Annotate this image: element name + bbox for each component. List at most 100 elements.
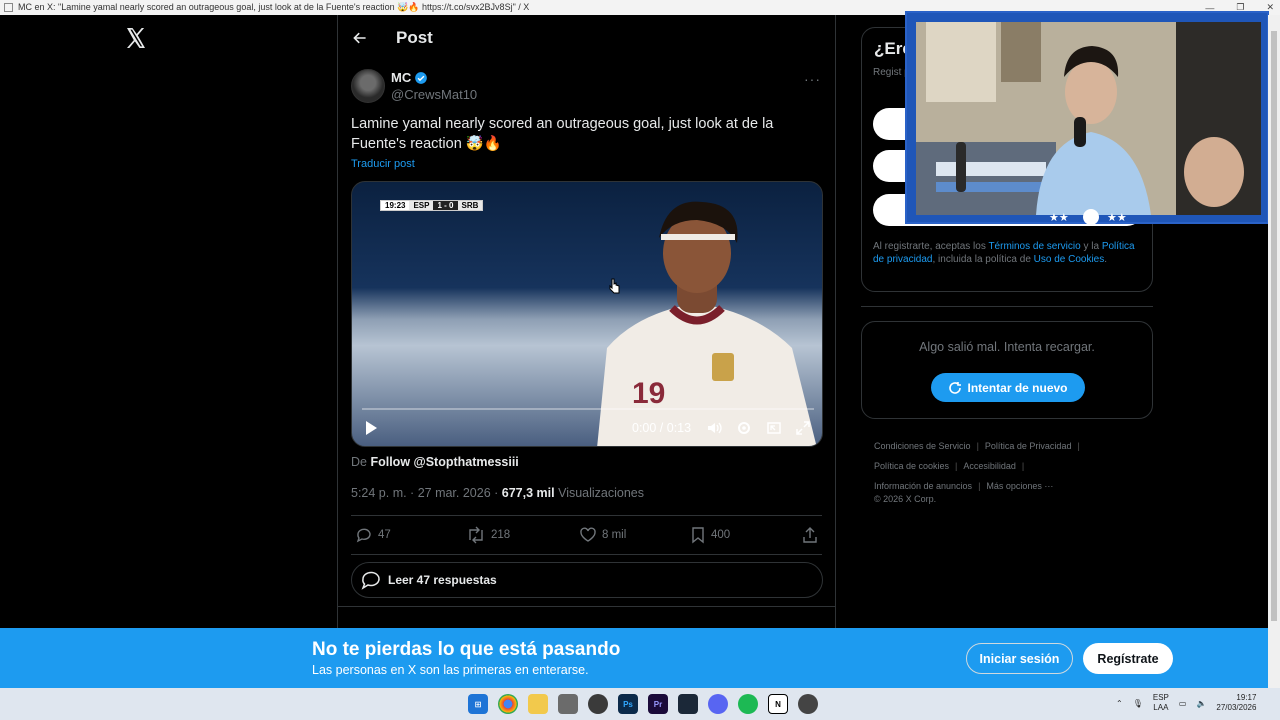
retry-button[interactable]: Intentar de nuevo — [931, 373, 1085, 402]
page-scrollbar[interactable] — [1268, 15, 1280, 688]
divider — [351, 554, 822, 555]
lang-top: ESP — [1152, 693, 1169, 702]
post-timestamp[interactable]: 5:24 p. m. · 27 mar. 2026 · — [351, 486, 502, 500]
network-icon[interactable]: ▭ — [1179, 699, 1187, 708]
svg-text:★★: ★★ — [1049, 211, 1069, 224]
start-menu-icon[interactable]: ⊞ — [468, 694, 488, 714]
match-time: 19:23 — [381, 201, 410, 210]
footer-link[interactable]: Política de cookies — [874, 461, 949, 471]
reply-button[interactable]: 47 — [355, 526, 391, 544]
window-title: MC en X: "Lamine yamal nearly scored an … — [18, 2, 530, 12]
post-meta: 5:24 p. m. · 27 mar. 2026 · 677,3 mil Vi… — [351, 486, 644, 500]
more-options-icon[interactable]: ··· — [804, 71, 821, 87]
snipping-tool-icon[interactable] — [558, 694, 578, 714]
video-player[interactable]: 19:23 ESP 1 - 0 SRB 19 0:00 / 0:13 — [351, 181, 823, 447]
footer-link[interactable]: Información de anuncios — [874, 481, 972, 491]
register-button[interactable]: Regístrate — [1083, 643, 1173, 674]
x-logo-icon[interactable] — [124, 26, 148, 50]
media-source: De Follow @Stopthatmessiii — [351, 455, 519, 469]
views-count: 677,3 mil — [501, 486, 555, 500]
share-button[interactable] — [802, 526, 818, 544]
webcam-scene — [916, 22, 1261, 215]
refresh-icon — [949, 381, 962, 394]
settings-gear-icon[interactable] — [736, 420, 752, 436]
clock-date: 27/03/2026 — [1216, 703, 1257, 712]
like-count: 8 mil — [602, 529, 627, 541]
signup-terms: Al registrarte, aceptas los Términos de … — [873, 240, 1145, 266]
author-name[interactable]: MC — [391, 70, 411, 85]
divider — [351, 515, 822, 516]
post-actions: 47 218 8 mil 400 — [351, 526, 823, 550]
spotify-icon[interactable] — [738, 694, 758, 714]
footer-links: Condiciones de Servicio | Política de Priv… — [874, 441, 1080, 491]
repost-button[interactable]: 218 — [466, 526, 510, 544]
avatar[interactable] — [351, 69, 385, 103]
chevron-up-icon[interactable]: ⌃ — [1116, 699, 1123, 708]
terms-prefix: Al registrarte, aceptas los — [873, 241, 989, 252]
author-handle[interactable]: @CrewsMat10 — [391, 87, 477, 102]
webcam-sun-badge-icon: ★★ ★★ — [1049, 209, 1127, 225]
footer-link[interactable]: Política de Privacidad — [985, 441, 1072, 451]
photoshop-icon[interactable]: Ps — [618, 694, 638, 714]
repost-count: 218 — [491, 529, 511, 541]
play-icon[interactable] — [364, 420, 378, 436]
bookmark-icon — [692, 527, 704, 544]
signup-banner: No te pierdas lo que está pasando Las pe… — [0, 628, 1268, 688]
language-indicator[interactable]: ESP LAA — [1153, 693, 1169, 713]
settings-app-icon[interactable] — [798, 694, 818, 714]
system-clock[interactable]: 19:17 27/03/2026 — [1216, 693, 1256, 713]
discord-icon[interactable] — [708, 694, 728, 714]
app-icon — [4, 3, 13, 12]
footer-link[interactable]: Más opciones ··· — [986, 481, 1053, 491]
notion-icon[interactable]: N — [768, 694, 788, 714]
translate-link[interactable]: Traducir post — [351, 158, 415, 170]
steam-icon[interactable] — [678, 694, 698, 714]
reply-icon — [356, 528, 371, 543]
cookies-link[interactable]: Uso de Cookies — [1034, 254, 1105, 265]
video-controls: 0:00 / 0:13 — [352, 406, 822, 446]
bookmark-button[interactable]: 400 — [690, 526, 730, 544]
premiere-icon[interactable]: Pr — [648, 694, 668, 714]
webcam-overlay: ★★ ★★ — [905, 11, 1269, 225]
post-author[interactable]: MC @CrewsMat10 — [351, 69, 477, 103]
fullscreen-icon[interactable] — [795, 420, 811, 436]
webcam-feed — [916, 22, 1261, 215]
speaker-icon[interactable]: 🔈 — [1196, 699, 1206, 708]
obs-icon[interactable] — [588, 694, 608, 714]
scrollbar-thumb[interactable] — [1271, 31, 1277, 621]
error-message: Algo salió mal. Intenta recargar. — [919, 340, 1095, 354]
page-title: Post — [396, 28, 433, 47]
system-tray: ⌃ 🎙 ESP LAA ▭ 🔈 19:17 27/03/2026 — [1116, 693, 1256, 713]
post-text: Lamine yamal nearly scored an outrageous… — [351, 116, 774, 152]
terms-mid2: , incluida la política de — [932, 254, 1034, 265]
file-explorer-icon[interactable] — [528, 694, 548, 714]
microphone-icon[interactable]: 🎙 — [1133, 699, 1143, 708]
terms-link[interactable]: Términos de servicio — [988, 241, 1080, 252]
footer-link[interactable]: Accesibilidad — [963, 461, 1016, 471]
bookmark-count: 400 — [711, 529, 731, 541]
match-score: 1 - 0 — [433, 201, 458, 210]
verified-badge-icon — [415, 71, 428, 84]
footer-link[interactable]: Condiciones de Servicio — [874, 441, 971, 451]
away-team: SRB — [457, 201, 483, 210]
back-arrow-icon[interactable] — [350, 28, 370, 48]
video-time: 0:00 / 0:13 — [632, 421, 692, 435]
svg-text:★★: ★★ — [1107, 211, 1127, 224]
volume-icon[interactable] — [706, 420, 722, 436]
error-card: Algo salió mal. Intenta recargar. Intent… — [861, 321, 1153, 419]
terms-suffix: . — [1104, 254, 1108, 265]
banner-title: No te pierdas lo que está pasando — [312, 639, 621, 660]
retry-label: Intentar de nuevo — [967, 380, 1068, 395]
post-column: Post MC @CrewsMat10 ··· Lamine yamal nea… — [337, 15, 836, 628]
login-button[interactable]: Iniciar sesión — [966, 643, 1073, 674]
picture-in-picture-icon[interactable] — [766, 420, 782, 436]
like-button[interactable]: 8 mil — [579, 526, 626, 544]
source-account-link[interactable]: Follow @Stopthatmessiii — [370, 455, 518, 469]
video-progress-bar[interactable] — [362, 408, 814, 410]
share-icon — [803, 527, 817, 543]
read-replies-button[interactable]: Leer 47 respuestas — [351, 562, 823, 598]
chrome-icon[interactable] — [498, 694, 518, 714]
clock-time: 19:17 — [1236, 693, 1257, 702]
banner-subtitle: Las personas en X son las primeras en en… — [312, 663, 589, 677]
heart-icon — [580, 527, 596, 542]
